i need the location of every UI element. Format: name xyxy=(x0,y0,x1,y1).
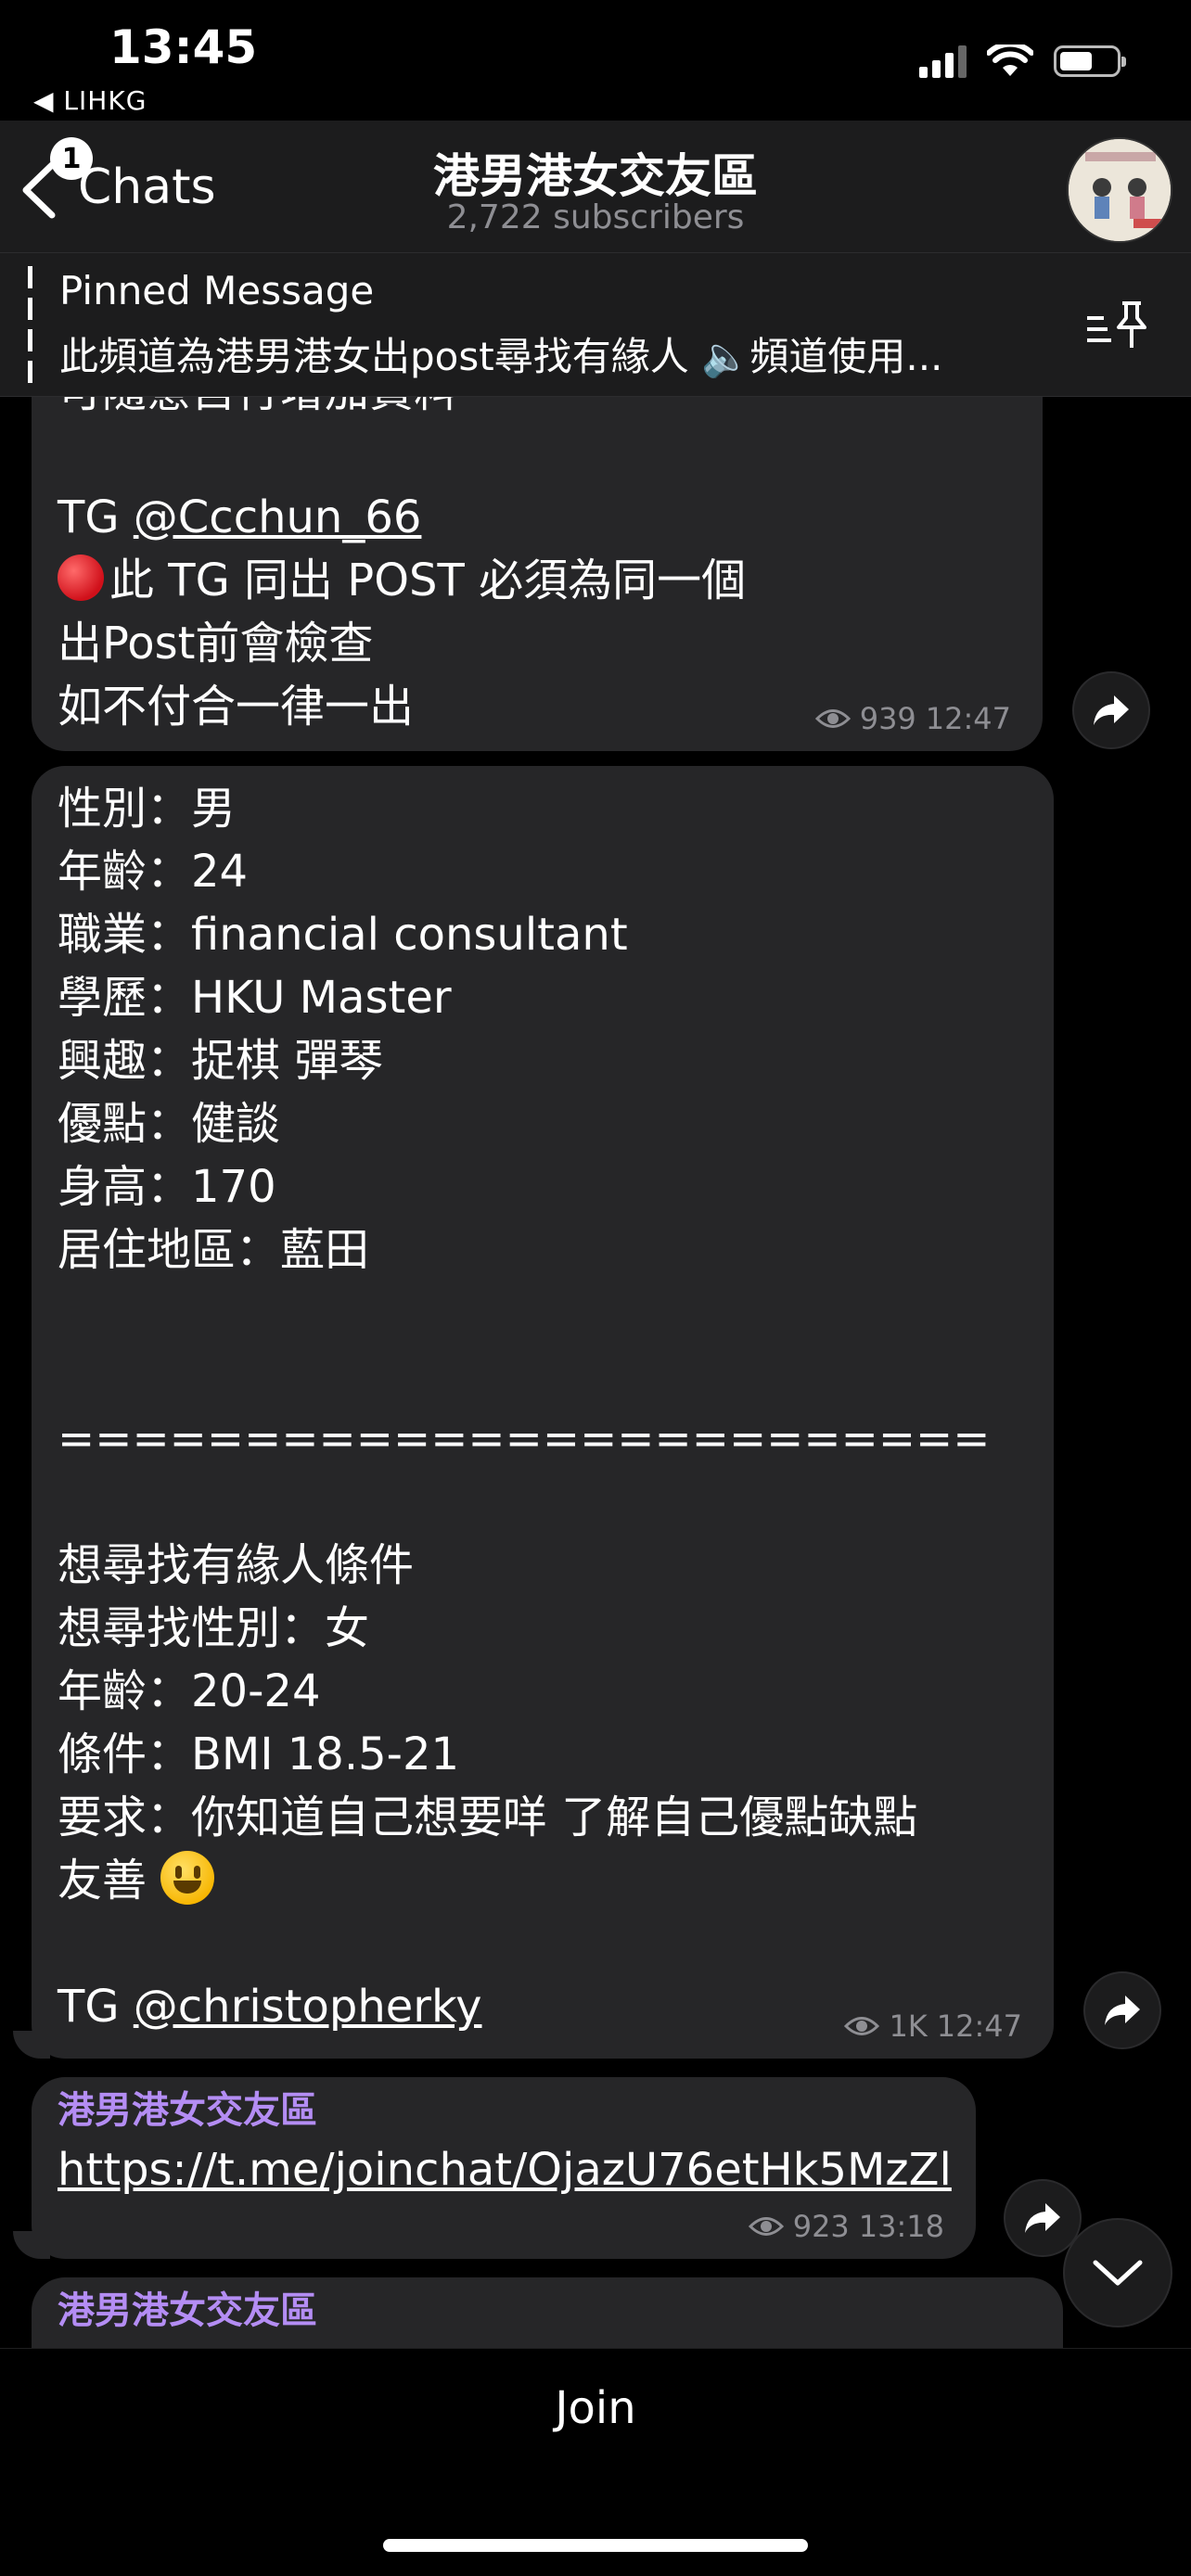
view-count: 939 xyxy=(859,701,916,736)
channel-avatar[interactable] xyxy=(1067,137,1172,243)
mention-link[interactable]: @Ccchun_66 xyxy=(134,491,422,543)
criteria-line: 想尋找性別：女 xyxy=(58,1602,370,1654)
share-arrow-icon xyxy=(1094,695,1129,725)
pinned-indicator xyxy=(28,266,32,385)
status-time: 13:45 xyxy=(109,20,258,74)
criteria-line: 要求：你知道自己想要咩 了解自己優點缺點 xyxy=(58,1792,918,1843)
share-arrow-icon xyxy=(1025,2203,1060,2233)
tg-prefix: TG xyxy=(58,491,134,543)
message-bubble[interactable]: 可隨意自行增加資料 TG @Ccchun_66 此 TG 同出 POST 必須為… xyxy=(32,397,1043,751)
message-time: 12:47 xyxy=(925,701,1011,736)
red-circle-emoji-icon xyxy=(58,555,104,601)
message-line: 可隨意自行增加資料 xyxy=(58,397,1017,423)
message-bubble[interactable]: 港男港女交友區 xyxy=(32,2277,1063,2348)
divider-line: ========================= xyxy=(58,1413,991,1465)
channel-title[interactable]: 港男港女交友區 xyxy=(0,139,1191,206)
share-arrow-icon xyxy=(1105,1996,1140,2025)
status-icons xyxy=(919,45,1126,78)
invite-link[interactable]: https://t.me/joinchat/OjazU76etHk5MzZl xyxy=(58,2138,952,2201)
forward-button[interactable] xyxy=(1072,671,1150,749)
message-time: 13:18 xyxy=(858,2209,944,2244)
sender-name[interactable]: 港男港女交友區 xyxy=(58,2283,1037,2339)
profile-line: 居住地區：藍田 xyxy=(58,1224,370,1276)
message-meta: 939 12:47 xyxy=(814,701,1011,736)
view-count: 1K xyxy=(889,2009,928,2044)
message-line: 此 TG 同出 POST 必須為同一個 xyxy=(58,549,1017,612)
chevron-down-icon xyxy=(1093,2260,1143,2286)
view-count: 923 xyxy=(792,2209,850,2244)
criteria-line: 友善 xyxy=(58,1849,1028,1912)
avatar-image xyxy=(1069,139,1171,241)
message-meta: 1K 12:47 xyxy=(844,2009,1022,2044)
message-text: 友善 xyxy=(58,1855,147,1906)
criteria-line: 條件：BMI 18.5-21 xyxy=(58,1728,460,1780)
eye-icon xyxy=(748,2217,784,2236)
criteria-line: 想尋找有緣人條件 xyxy=(58,1539,415,1591)
profile-line: 學歷：HKU Master xyxy=(58,972,452,1024)
bottom-bar: Join xyxy=(0,2348,1191,2576)
battery-icon xyxy=(1054,45,1126,77)
message-text: 此 TG 同出 POST 必須為同一個 xyxy=(109,555,747,606)
bubble-tail xyxy=(13,2231,50,2259)
profile-line: 身高：170 xyxy=(58,1161,276,1213)
message-bubble[interactable]: 性別：男 年齡：24 職業：financial consultant 學歷：HK… xyxy=(32,766,1054,2059)
eye-icon xyxy=(844,2017,880,2035)
bubble-tail xyxy=(13,2031,50,2059)
profile-line: 性別：男 xyxy=(58,783,237,835)
wifi-icon xyxy=(987,45,1033,76)
sender-name[interactable]: 港男港女交友區 xyxy=(58,2083,950,2138)
eye-icon xyxy=(814,709,851,728)
message-line: TG @Ccchun_66 xyxy=(58,486,1017,549)
profile-line: 興趣：捉棋 彈琴 xyxy=(58,1035,384,1087)
pinned-title: Pinned Message xyxy=(59,268,375,313)
join-button[interactable]: Join xyxy=(0,2382,1191,2434)
profile-line: 職業：financial consultant xyxy=(58,909,628,961)
home-indicator[interactable] xyxy=(383,2539,808,2552)
smiley-emoji-icon xyxy=(160,1851,215,1905)
pinned-text: 此頻道為港男港女出post尋找有緣人 🔈頻道使用... xyxy=(59,334,943,379)
scroll-to-bottom-button[interactable] xyxy=(1063,2218,1172,2327)
message-list[interactable]: 可隨意自行增加資料 TG @Ccchun_66 此 TG 同出 POST 必須為… xyxy=(0,397,1191,2348)
chat-header: 1 Chats 港男港女交友區 2,722 subscribers xyxy=(0,121,1191,252)
message-meta: 923 13:18 xyxy=(748,2209,944,2244)
message-bubble[interactable]: 港男港女交友區 https://t.me/joinchat/OjazU76etH… xyxy=(32,2077,976,2259)
pin-list-icon[interactable] xyxy=(1085,300,1146,351)
profile-line: 年齡：24 xyxy=(58,846,249,898)
back-to-app-link[interactable]: ◀ LIHKG xyxy=(33,85,147,116)
tg-prefix: TG xyxy=(58,1981,134,2033)
message-time: 12:47 xyxy=(936,2009,1022,2044)
criteria-line: 年齡：20-24 xyxy=(58,1665,321,1717)
message-line: 出Post前會檢查 xyxy=(58,618,374,670)
signal-icon xyxy=(919,45,967,78)
profile-line: 優點：健談 xyxy=(58,1098,281,1150)
pinned-message-bar[interactable]: Pinned Message 此頻道為港男港女出post尋找有緣人 🔈頻道使用.… xyxy=(0,252,1191,397)
subscriber-count: 2,722 subscribers xyxy=(446,198,745,236)
mention-link[interactable]: @christopherky xyxy=(134,1981,482,2033)
forward-button[interactable] xyxy=(1083,1971,1161,2049)
